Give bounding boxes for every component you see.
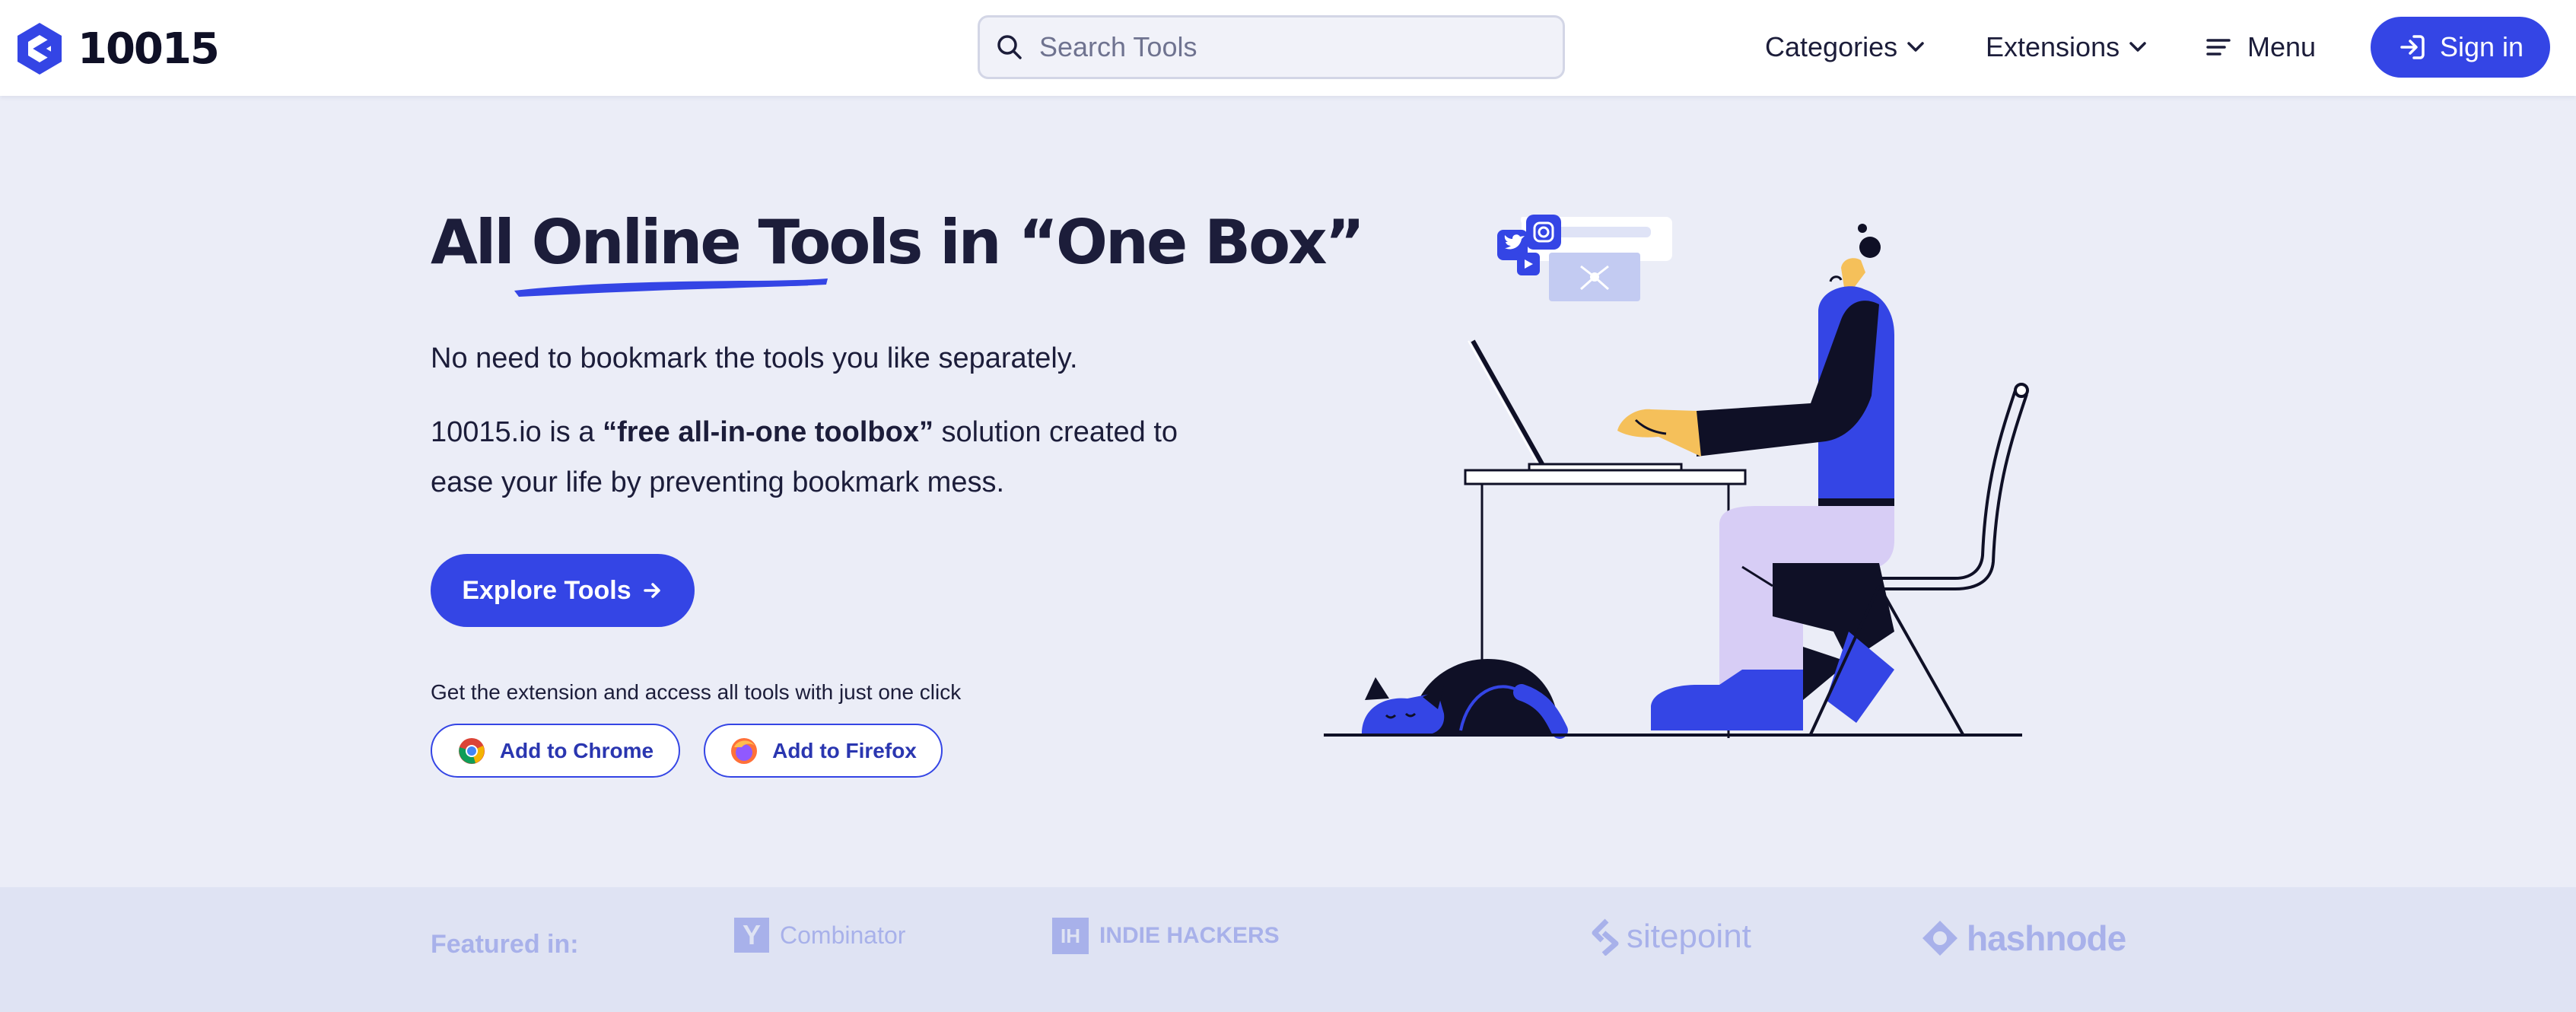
sitepoint-logo[interactable]: sitepoint xyxy=(1590,918,1751,956)
signin-icon xyxy=(2400,35,2425,59)
search-input[interactable] xyxy=(1039,31,1541,63)
extension-note: Get the extension and access all tools w… xyxy=(431,680,962,704)
sign-in-label: Sign in xyxy=(2439,31,2524,62)
sitepoint-text: sitepoint xyxy=(1627,918,1751,955)
hero-title-part1: All xyxy=(431,207,532,278)
nav-menu[interactable]: Menu xyxy=(2206,24,2316,70)
explore-tools-button[interactable]: Explore Tools xyxy=(431,554,695,627)
hero-paragraph-2-start: 10015.io is a xyxy=(431,416,603,448)
indiehackers-mark: IH xyxy=(1052,918,1089,954)
hashnode-logo[interactable]: hashnode xyxy=(1921,918,2126,959)
search-icon xyxy=(997,35,1022,59)
hero-title-part2: in “One Box” xyxy=(921,207,1365,278)
explore-tools-label: Explore Tools xyxy=(462,575,631,605)
arrow-right-icon xyxy=(643,583,660,598)
add-to-firefox-label: Add to Firefox xyxy=(772,738,917,762)
sign-in-button[interactable]: Sign in xyxy=(2371,17,2550,78)
nav-menu-label: Menu xyxy=(2247,31,2317,62)
hero-paragraph-1: No need to bookmark the tools you like s… xyxy=(431,342,1078,374)
nav-extensions[interactable]: Extensions xyxy=(1986,24,2147,70)
sitepoint-icon xyxy=(1592,918,1619,956)
add-to-chrome-button[interactable]: Add to Chrome xyxy=(431,724,680,778)
ycombinator-text: Combinator xyxy=(780,921,906,949)
site-logo[interactable]: 10015 xyxy=(15,20,220,78)
add-to-chrome-label: Add to Chrome xyxy=(499,738,654,762)
indiehackers-logo[interactable]: IH INDIE HACKERS xyxy=(1052,918,1280,954)
ycombinator-mark: Y xyxy=(734,918,769,953)
hero-title-highlight: Online Tools xyxy=(531,207,924,278)
hero-paragraph-2-bold: “free all-in-one toolbox” xyxy=(603,416,933,448)
featured-label: Featured in: xyxy=(431,930,579,959)
brush-underline xyxy=(514,278,828,297)
indiehackers-text: INDIE HACKERS xyxy=(1099,923,1280,948)
top-navbar: 10015 Categories Extensions Menu xyxy=(0,0,2576,96)
hashnode-icon xyxy=(1922,921,1957,956)
nav-categories[interactable]: Categories xyxy=(1765,24,1925,70)
social-media-bubble xyxy=(1497,215,1672,301)
firefox-icon xyxy=(731,737,758,764)
hexagon-logo-icon xyxy=(17,23,62,75)
hashnode-text: hashnode xyxy=(1967,918,2126,958)
nav-categories-label: Categories xyxy=(1765,31,1898,62)
chevron-down-icon xyxy=(2129,41,2147,53)
nav-extensions-label: Extensions xyxy=(1986,31,2120,62)
menu-icon xyxy=(2206,39,2231,56)
chevron-down-icon xyxy=(1907,41,1925,53)
ycombinator-logo[interactable]: Y Combinator xyxy=(734,918,905,953)
add-to-firefox-button[interactable]: Add to Firefox xyxy=(704,724,943,778)
featured-in-bar: Featured in: Y Combinator IH INDIE HACKE… xyxy=(0,887,2576,1012)
chrome-icon xyxy=(458,737,485,764)
hero-illustration xyxy=(1324,215,2029,739)
logo-text: 10015 xyxy=(78,24,220,74)
search-box[interactable] xyxy=(978,15,1565,79)
hero-paragraph-2: 10015.io is a “free all-in-one toolbox” … xyxy=(431,407,1237,508)
hero-title: All Online Tools in “One Box” xyxy=(431,207,1365,278)
